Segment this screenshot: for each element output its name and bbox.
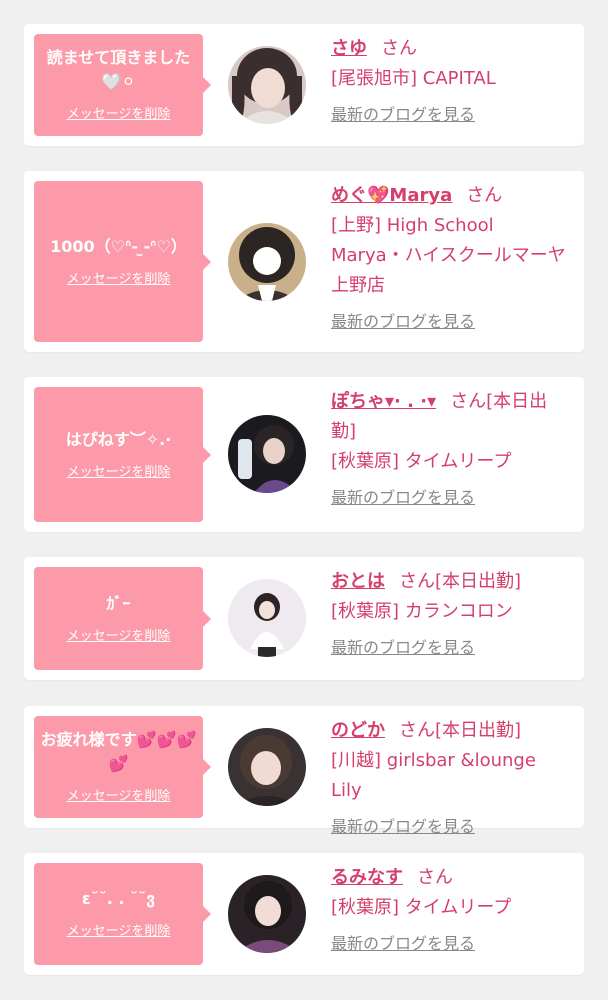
cast-name-link[interactable]: めぐ💖Marya bbox=[331, 185, 452, 206]
honorific: さん bbox=[399, 720, 435, 741]
honorific: さん bbox=[417, 867, 453, 888]
shop-label: [尾張旭市] CAPITAL bbox=[331, 68, 496, 89]
message-text: 読ませて頂きました🤍⚪︎ bbox=[46, 48, 191, 91]
message-bubble: はぴねす︶✧.· メッセージを削除 bbox=[34, 387, 211, 522]
avatar-photo bbox=[228, 728, 306, 806]
message-bubble: ε˘˘. . ˘˘ვ メッセージを削除 bbox=[34, 863, 211, 965]
delete-message-link[interactable]: メッセージを削除 bbox=[67, 271, 171, 289]
cast-info: めぐ💖Marya さん [上野] High School Marya・ハイスクール… bbox=[331, 181, 570, 333]
latest-blog-link[interactable]: 最新のブログを見る bbox=[331, 933, 475, 955]
message-text: ε˘˘. . ˘˘ვ bbox=[81, 889, 156, 908]
message-card: ｶﾞｰ メッセージを削除 おとは さん[本日出勤] [秋葉原] カランコロン 最新… bbox=[24, 557, 584, 680]
message-text: お疲れ様です💕💕💕💕 bbox=[40, 730, 197, 773]
cast-info: ぽちゃ▾· . ·▾ さん[本日出勤] [秋葉原] タイムリープ 最新のブログを見… bbox=[331, 387, 570, 509]
message-card: ε˘˘. . ˘˘ვ メッセージを削除 るみなす さん [秋葉原] タイムリープ … bbox=[24, 853, 584, 975]
message-text: はぴねす︶✧.· bbox=[65, 429, 172, 449]
latest-blog-link[interactable]: 最新のブログを見る bbox=[331, 637, 475, 659]
avatar-photo bbox=[228, 415, 306, 493]
delete-message-link[interactable]: メッセージを削除 bbox=[67, 628, 171, 646]
avatar-photo bbox=[228, 46, 306, 124]
shop-label: [秋葉原] タイムリープ bbox=[331, 897, 512, 918]
honorific: さん bbox=[450, 391, 487, 412]
cast-name-link[interactable]: るみなす bbox=[331, 867, 403, 888]
cast-info: るみなす さん [秋葉原] タイムリープ 最新のブログを見る bbox=[331, 863, 570, 955]
honorific: さん bbox=[381, 38, 417, 59]
avatar[interactable] bbox=[228, 223, 306, 301]
delete-message-link[interactable]: メッセージを削除 bbox=[67, 106, 171, 124]
message-text: ｶﾞｰ bbox=[106, 593, 131, 613]
honorific: さん bbox=[399, 571, 435, 592]
cast-name-link[interactable]: ぽちゃ▾· . ·▾ bbox=[331, 391, 436, 412]
message-bubble: ｶﾞｰ メッセージを削除 bbox=[34, 567, 211, 670]
message-bubble: 読ませて頂きました🤍⚪︎ メッセージを削除 bbox=[34, 34, 211, 136]
message-bubble: 1000（♡ᐢ- ̫-ᐢ♡） メッセージを削除 bbox=[34, 181, 211, 342]
status-label: [本日出勤] bbox=[435, 571, 522, 592]
avatar-photo bbox=[228, 875, 306, 953]
message-card: はぴねす︶✧.· メッセージを削除 ぽちゃ▾· . ·▾ さん[本日出勤] [秋葉… bbox=[24, 377, 584, 532]
latest-blog-link[interactable]: 最新のブログを見る bbox=[331, 311, 475, 333]
delete-message-link[interactable]: メッセージを削除 bbox=[67, 788, 171, 806]
shop-label: [秋葉原] カランコロン bbox=[331, 601, 513, 622]
avatar[interactable] bbox=[228, 579, 306, 657]
shop-label: [秋葉原] タイムリープ bbox=[331, 451, 512, 472]
avatar[interactable] bbox=[228, 875, 306, 953]
avatar[interactable] bbox=[228, 415, 306, 493]
latest-blog-link[interactable]: 最新のブログを見る bbox=[331, 487, 475, 509]
message-card: お疲れ様です💕💕💕💕 メッセージを削除 のどか さん[本日出勤] [川越] gir… bbox=[24, 706, 584, 836]
cast-name-link[interactable]: のどか bbox=[331, 720, 385, 741]
message-card: 読ませて頂きました🤍⚪︎ メッセージを削除 さゆ さん [尾張旭市] CAPITA… bbox=[24, 24, 584, 146]
honorific: さん bbox=[466, 185, 503, 206]
message-text: 1000（♡ᐢ- ̫-ᐢ♡） bbox=[50, 236, 187, 256]
cast-info: おとは さん[本日出勤] [秋葉原] カランコロン 最新のブログを見る bbox=[331, 567, 570, 659]
cast-info: のどか さん[本日出勤] [川越] girlsbar &lounge Lily 最… bbox=[331, 716, 570, 838]
delete-message-link[interactable]: メッセージを削除 bbox=[67, 923, 171, 941]
cast-name-link[interactable]: さゆ bbox=[331, 38, 367, 59]
avatar-photo bbox=[228, 579, 306, 657]
avatar[interactable] bbox=[228, 46, 306, 124]
latest-blog-link[interactable]: 最新のブログを見る bbox=[331, 104, 475, 126]
shop-label: [川越] girlsbar &lounge Lily bbox=[331, 750, 536, 801]
latest-blog-link[interactable]: 最新のブログを見る bbox=[331, 816, 475, 838]
delete-message-link[interactable]: メッセージを削除 bbox=[67, 464, 171, 482]
avatar[interactable] bbox=[228, 728, 306, 806]
cast-name-link[interactable]: おとは bbox=[331, 571, 385, 592]
message-list: 読ませて頂きました🤍⚪︎ メッセージを削除 さゆ さん [尾張旭市] CAPITA… bbox=[0, 0, 608, 1000]
message-bubble: お疲れ様です💕💕💕💕 メッセージを削除 bbox=[34, 716, 211, 818]
avatar-photo bbox=[228, 223, 306, 301]
status-label: [本日出勤] bbox=[435, 720, 522, 741]
shop-label: [上野] High School Marya・ハイスクールマーヤ上野店 bbox=[331, 215, 566, 296]
cast-info: さゆ さん [尾張旭市] CAPITAL 最新のブログを見る bbox=[331, 34, 570, 126]
message-card: 1000（♡ᐢ- ̫-ᐢ♡） メッセージを削除 めぐ💖Marya さん [上野] … bbox=[24, 171, 584, 352]
